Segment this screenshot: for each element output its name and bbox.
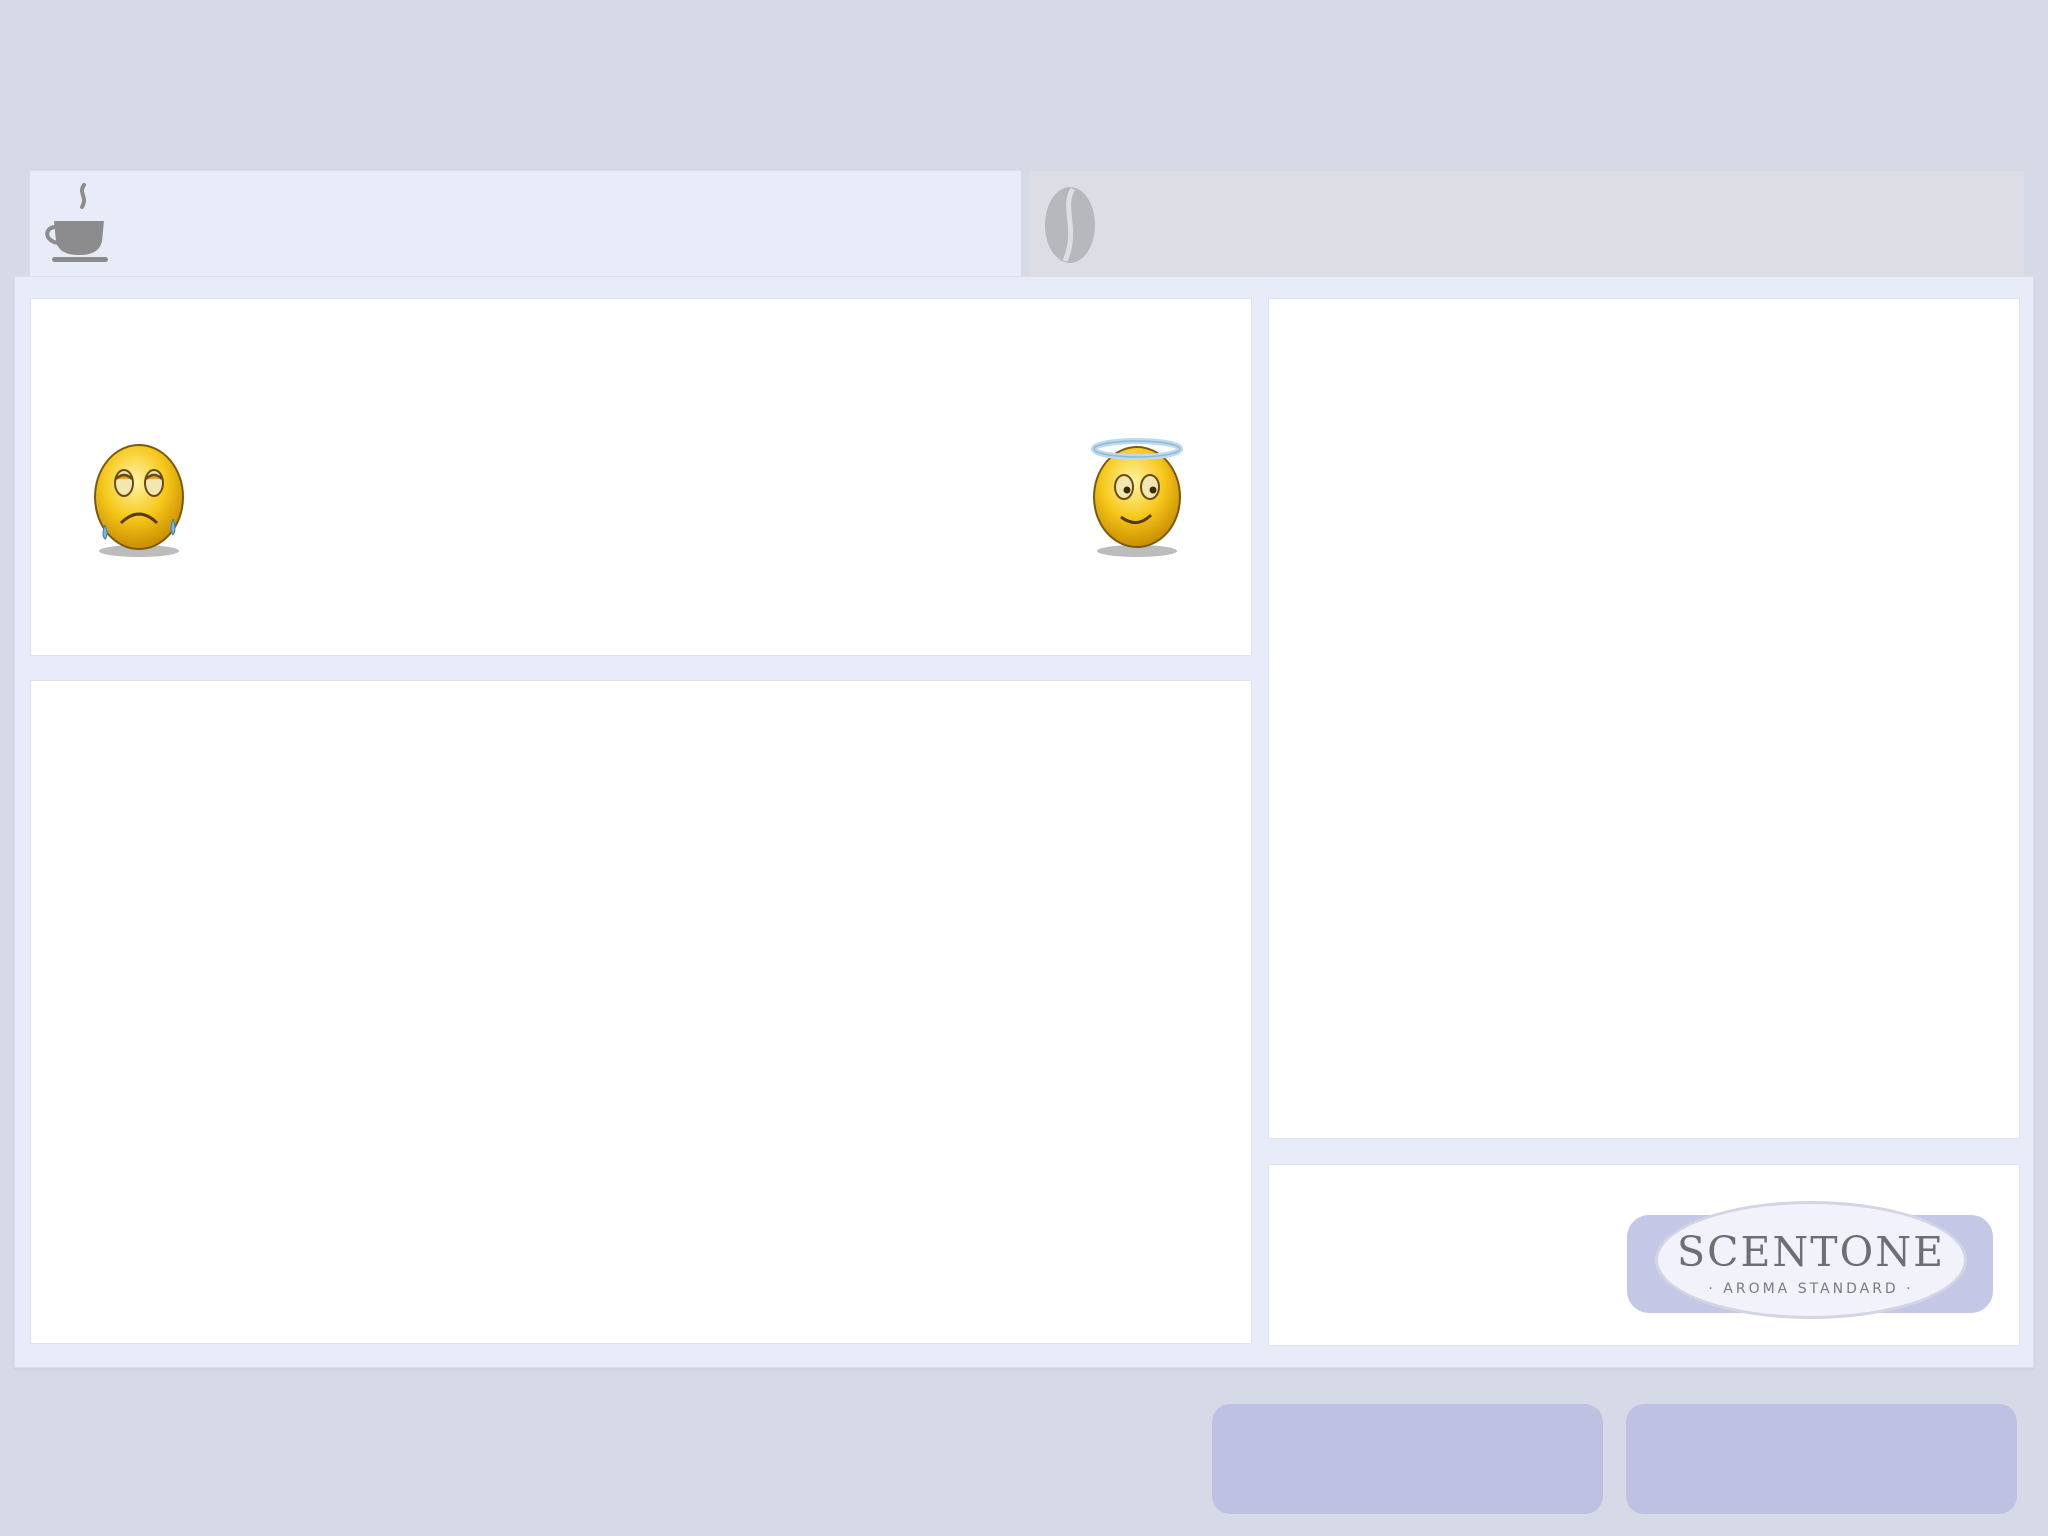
coffee-bean-icon (1043, 185, 1097, 269)
right-action-button[interactable] (1626, 1404, 2017, 1514)
tab-coffee-bean[interactable] (1029, 170, 2024, 276)
main-panel: SCENTONE · AROMA STANDARD · (14, 276, 2034, 1368)
angel-face-icon[interactable] (1091, 437, 1187, 563)
left-action-button[interactable] (1212, 1404, 1603, 1514)
brand-logo: SCENTONE · AROMA STANDARD · (1627, 1201, 1993, 1323)
coffee-cup-icon (42, 179, 114, 271)
tab-coffee-cup[interactable] (29, 170, 1021, 277)
side-card (1268, 298, 2020, 1139)
notes-card (30, 680, 1252, 1344)
rating-card (30, 298, 1252, 656)
brand-card: SCENTONE · AROMA STANDARD · (1268, 1164, 2020, 1346)
crying-face-icon[interactable] (91, 439, 187, 563)
brand-name: SCENTONE (1676, 1228, 1946, 1276)
brand-tagline: · AROMA STANDARD · (1708, 1281, 1914, 1297)
